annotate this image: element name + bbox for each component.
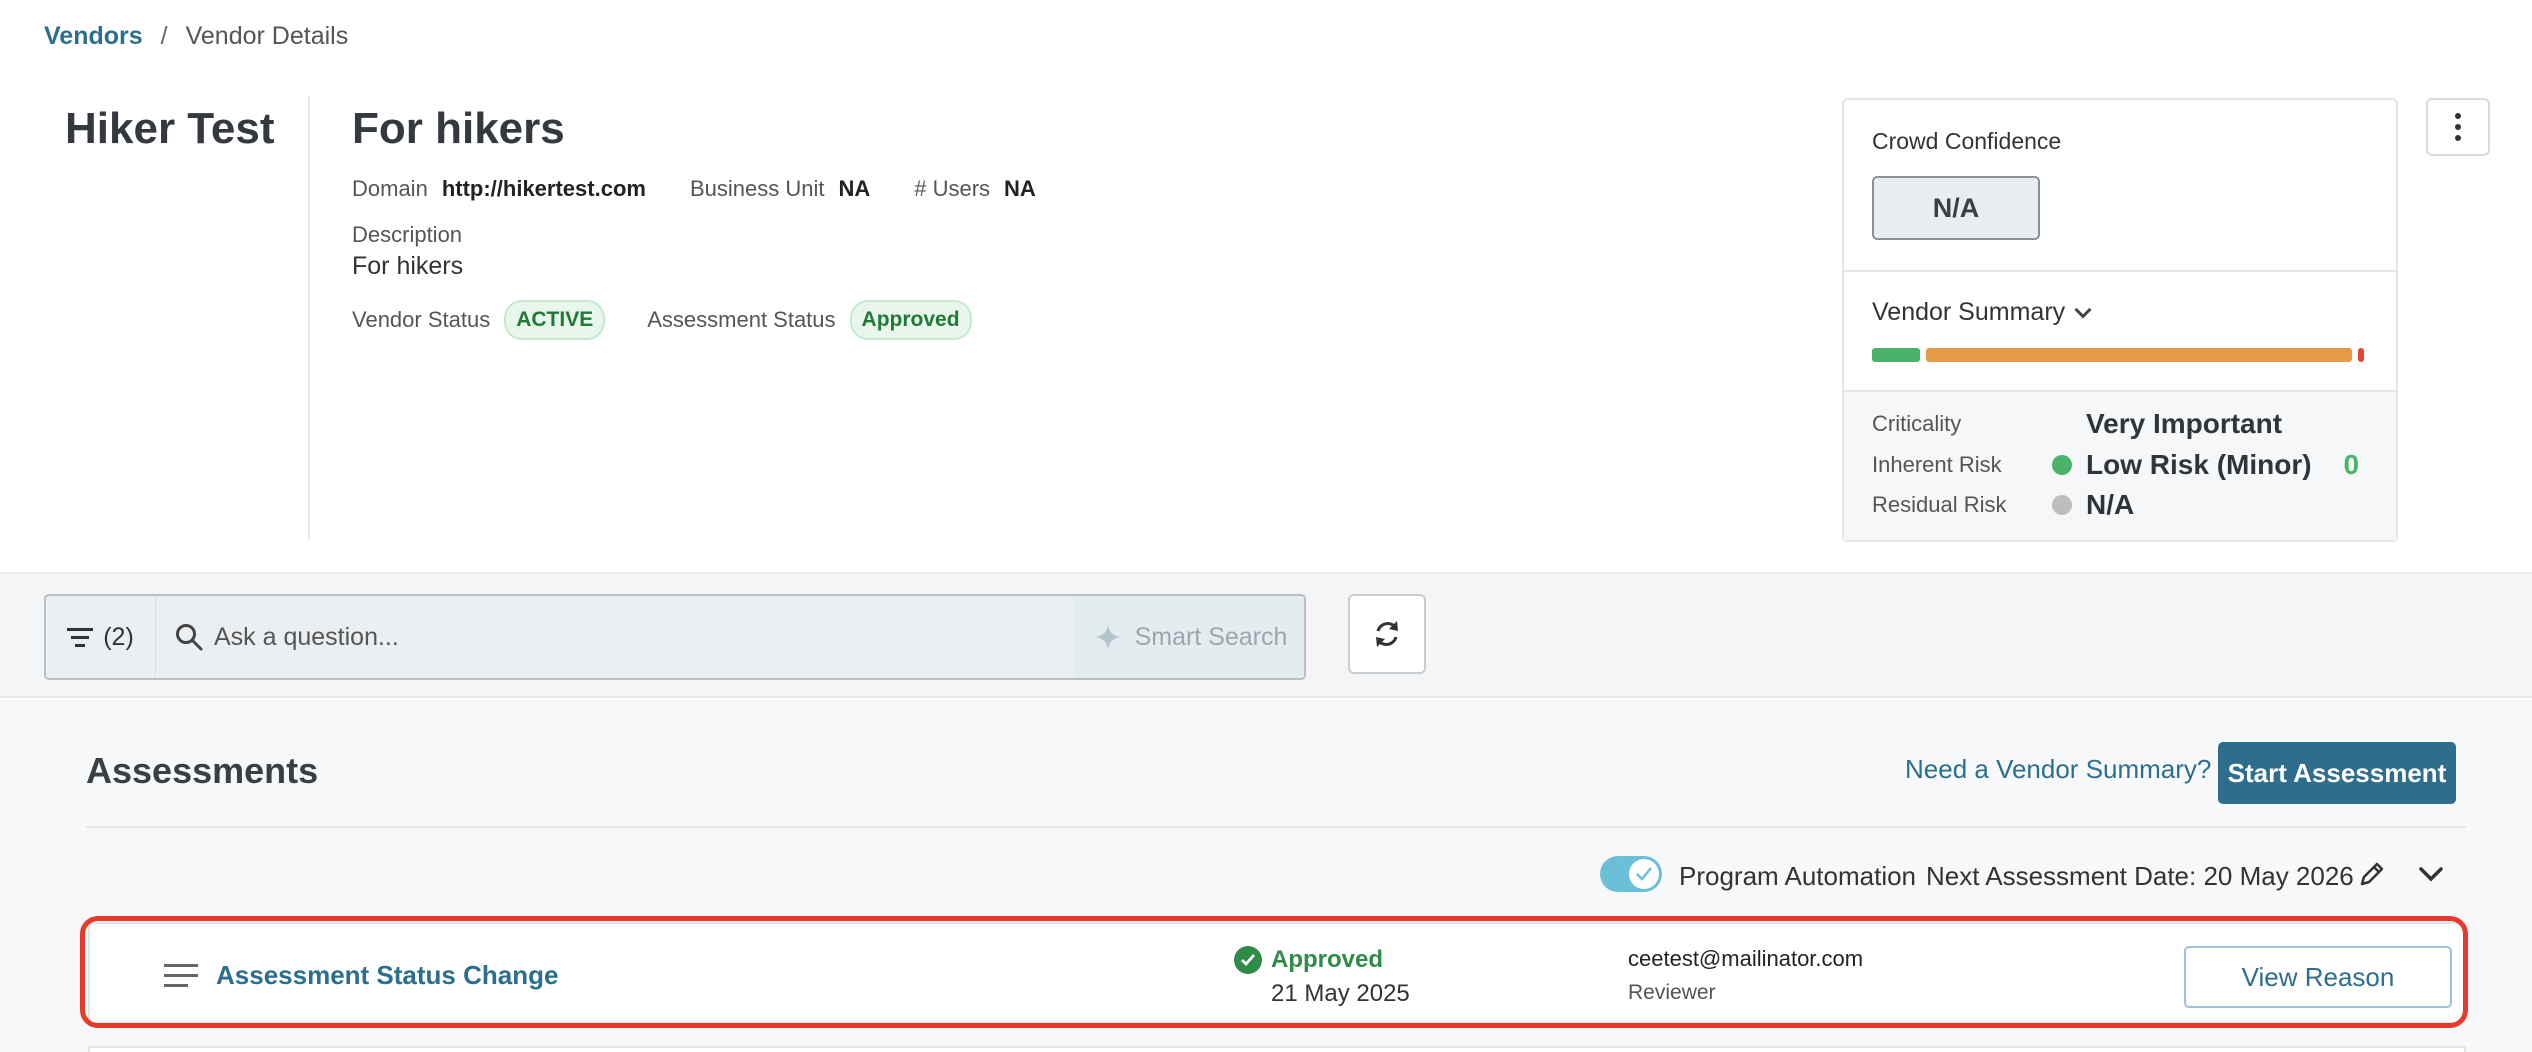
business-unit-value: NA — [838, 176, 871, 201]
criticality-value: Very Important — [2086, 408, 2283, 439]
program-automation-label: Program Automation — [1679, 861, 1917, 891]
kebab-menu-icon[interactable] — [2426, 98, 2490, 156]
risk-section: Criticality Very Important Inherent Risk… — [1844, 390, 2396, 540]
next-assessment-date: Next Assessment Date: 20 May 2026 — [1926, 861, 2354, 891]
summary-bar-high-segment — [2358, 348, 2364, 362]
crowd-confidence-label: Crowd Confidence — [1872, 128, 2062, 154]
smart-search-label: Smart Search — [1134, 622, 1288, 651]
business-unit-label: Business Unit — [689, 176, 825, 201]
users-label: # Users — [914, 176, 991, 201]
chevron-down-icon[interactable] — [2416, 862, 2446, 886]
residual-risk-value: N/A — [2086, 489, 2135, 520]
crowd-confidence-value: N/A — [1872, 176, 2040, 240]
inherent-risk-value: Low Risk (Minor) — [2086, 449, 2312, 480]
criticality-label: Criticality — [1872, 411, 1962, 436]
vendor-title: For hikers — [352, 104, 565, 153]
vendor-summary-card: Crowd Confidence N/A Vendor Summary Crit… — [1842, 98, 2398, 542]
refresh-button[interactable] — [1348, 594, 1426, 674]
assessment-row-date: 21 May 2025 — [1271, 980, 1410, 1007]
search-bar: (2) Smart Search — [44, 594, 1306, 680]
header-divider — [308, 96, 310, 540]
assessments-divider — [86, 826, 2466, 828]
need-vendor-summary-link[interactable]: Need a Vendor Summary? — [1905, 754, 2211, 785]
toggle-knob — [1629, 859, 1659, 889]
assessments-title: Assessments — [86, 750, 319, 791]
pencil-icon[interactable] — [2356, 858, 2388, 890]
filter-button[interactable]: (2) — [46, 596, 156, 678]
filter-icon — [67, 627, 94, 647]
reviewer-role: Reviewer — [1628, 981, 1716, 1004]
status-row: Vendor Status ACTIVE Assessment Status A… — [352, 300, 1014, 340]
kebab-dot — [2455, 135, 2461, 141]
vendor-status-label: Vendor Status — [352, 307, 491, 332]
check-circle-icon — [1234, 946, 1262, 974]
criticality-spacer — [2052, 414, 2072, 434]
inherent-risk-dot — [2052, 455, 2072, 475]
breadcrumb-current: Vendor Details — [185, 22, 349, 50]
domain-value: http://hikertest.com — [441, 176, 646, 201]
assessment-row-status: Approved — [1271, 946, 1384, 973]
vendor-summary-toggle[interactable]: Vendor Summary — [1872, 298, 2092, 327]
breadcrumb-vendors-link[interactable]: Vendors — [44, 22, 143, 51]
refresh-icon — [1376, 621, 1398, 647]
summary-bar-low-segment — [1872, 348, 1920, 362]
search-input[interactable] — [214, 614, 1094, 660]
vendor-summary-label: Vendor Summary — [1872, 298, 2066, 326]
description-value: For hikers — [352, 252, 464, 280]
assessment-status-badge: Approved — [849, 300, 972, 340]
assessment-status-label: Assessment Status — [647, 307, 836, 332]
view-reason-button[interactable]: View Reason — [2184, 946, 2452, 1008]
filter-count: (2) — [103, 622, 134, 651]
sparkle-icon — [1094, 624, 1121, 650]
chevron-down-icon — [2074, 301, 2092, 318]
description-label: Description — [352, 222, 463, 247]
vendor-status-badge: ACTIVE — [504, 300, 606, 340]
smart-search-button[interactable]: Smart Search — [1074, 596, 1304, 678]
users-value: NA — [1004, 176, 1036, 201]
breadcrumb-separator: / — [160, 22, 168, 50]
reviewer-email: ceetest@mailinator.com — [1628, 946, 1864, 971]
kebab-dot — [2455, 124, 2461, 130]
search-icon — [176, 624, 203, 651]
check-icon — [1636, 867, 1652, 881]
program-automation-toggle[interactable] — [1600, 856, 1662, 892]
vendor-summary-bar — [1872, 348, 2372, 362]
residual-risk-dot — [2052, 495, 2072, 515]
summary-bar-medium-segment — [1926, 348, 2352, 362]
next-assessment-row — [88, 1046, 2466, 1052]
residual-risk-row: Residual Risk N/A — [1872, 489, 2134, 521]
inherent-risk-row: Inherent Risk Low Risk (Minor) 0 — [1872, 449, 2359, 481]
kebab-dot — [2455, 113, 2461, 119]
criticality-row: Criticality Very Important — [1872, 408, 2282, 440]
breadcrumb: Vendors / Vendor Details — [44, 22, 348, 51]
vendor-meta-row: Domain http://hikertest.com Business Uni… — [352, 176, 1080, 202]
card-divider — [1844, 270, 2396, 272]
start-assessment-button[interactable]: Start Assessment — [2218, 742, 2456, 804]
vendor-name: Hiker Test — [65, 104, 275, 153]
assessment-row-title[interactable]: Assessment Status Change — [216, 960, 558, 991]
inherent-risk-label: Inherent Risk — [1872, 452, 2002, 477]
residual-risk-label: Residual Risk — [1872, 492, 2007, 517]
inherent-risk-score: 0 — [2343, 449, 2360, 480]
list-icon — [164, 964, 198, 987]
domain-label: Domain — [352, 176, 428, 201]
